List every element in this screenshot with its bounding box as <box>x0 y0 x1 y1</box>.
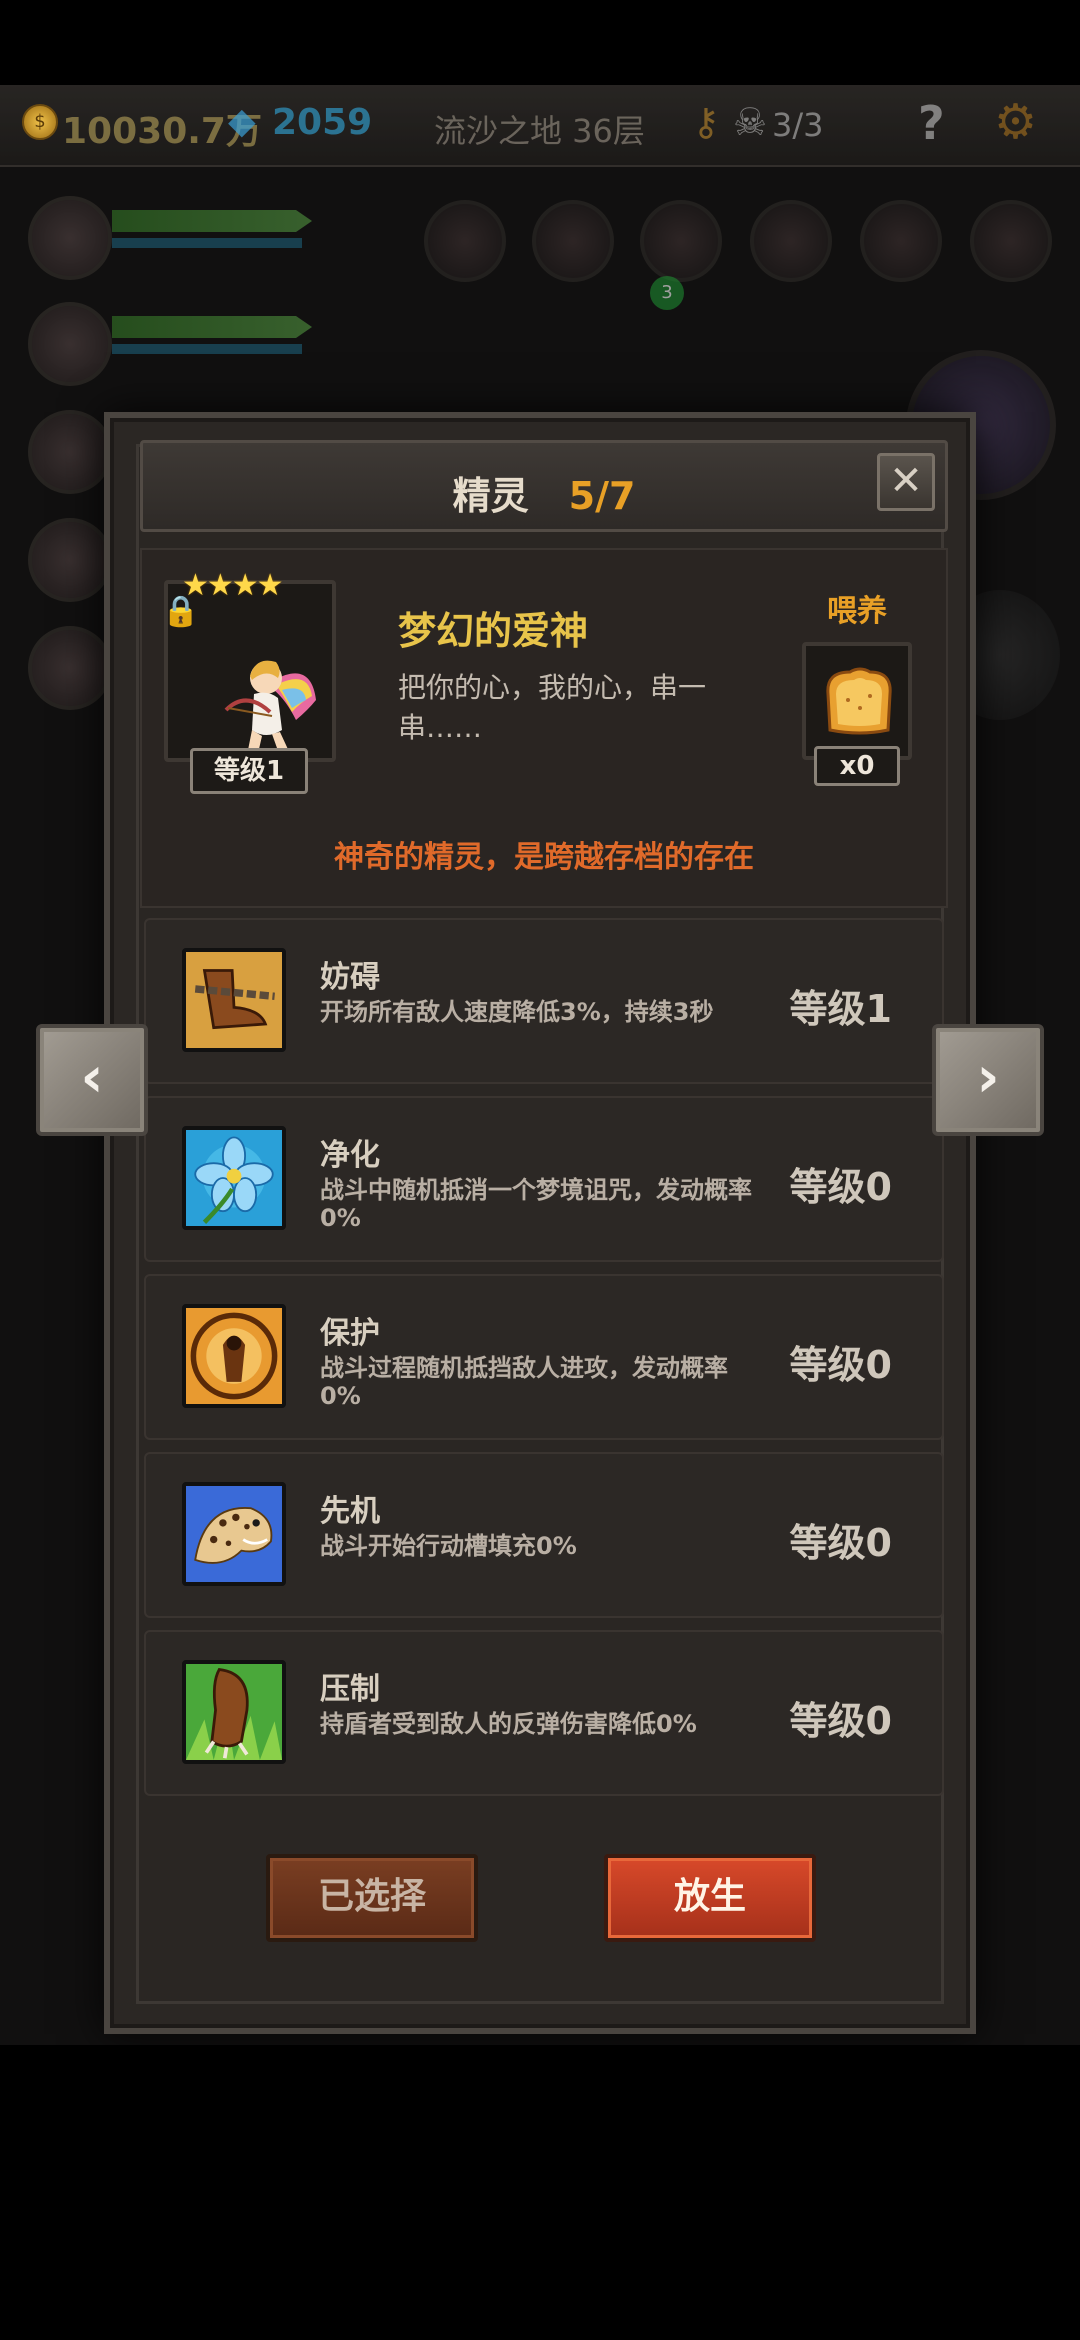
skill-name: 压制 <box>320 1672 380 1707</box>
skull-icon: ☠ <box>733 100 768 144</box>
hero-hp-bar <box>112 316 312 338</box>
skill-row[interactable]: 净化 战斗中随机抵消一个梦境诅咒，发动概率0% 等级0 <box>144 1096 944 1262</box>
skill-name: 净化 <box>320 1138 380 1173</box>
claw-icon <box>182 1660 286 1764</box>
hero-avatar[interactable] <box>28 410 112 494</box>
spirit-slot[interactable] <box>532 200 614 282</box>
dialog-title: 精灵 5/7 <box>143 465 945 520</box>
stage-label: 流沙之地 36层 <box>434 112 645 150</box>
skill-level: 等级1 <box>789 987 892 1031</box>
bread-icon <box>820 664 898 738</box>
key-icon: ⚷ <box>692 100 720 144</box>
skill-level: 等级0 <box>789 1165 892 1209</box>
selected-button[interactable]: 已选择 <box>266 1854 478 1942</box>
notification-badge: 3 <box>650 276 684 310</box>
skill-level: 等级0 <box>789 1521 892 1565</box>
hero-avatar[interactable] <box>28 626 112 710</box>
dialog-title-bar: 精灵 5/7 ✕ <box>140 440 948 532</box>
skill-name: 保护 <box>320 1316 380 1351</box>
spirit-dialog: 精灵 5/7 ✕ ★★★★ 🔒 等级1 梦幻的爱神 把你的心，我的心，串一串……… <box>104 412 976 2034</box>
lock-icon[interactable]: 🔒 <box>162 594 199 629</box>
spirit-count: 5/7 <box>568 474 636 518</box>
spirit-description: 把你的心，我的心，串一串…… <box>398 671 707 744</box>
skill-level: 等级0 <box>789 1343 892 1387</box>
gem-amount: 2059 <box>272 102 373 143</box>
skill-name: 先机 <box>320 1494 380 1529</box>
diamond-icon: ◆ <box>228 101 256 142</box>
next-spirit-button[interactable]: › <box>932 1024 1044 1136</box>
spirit-level-badge: 等级1 <box>190 748 308 794</box>
feed-label: 喂养 <box>827 594 887 629</box>
skill-row[interactable]: 先机 战斗开始行动槽填充0% 等级0 <box>144 1452 944 1618</box>
release-button[interactable]: 放生 <box>604 1854 816 1942</box>
title-label: 精灵 <box>452 474 529 518</box>
spirit-tagline: 神奇的精灵，是跨越存档的存在 <box>334 840 754 875</box>
spirit-slot[interactable] <box>750 200 832 282</box>
hero-avatar[interactable] <box>28 302 112 386</box>
skill-description: 战斗开始行动槽填充0% <box>320 1532 577 1560</box>
leopard-icon <box>182 1482 286 1586</box>
spirit-slot[interactable] <box>640 200 722 282</box>
gear-icon[interactable]: ⚙ <box>994 94 1037 150</box>
gold-coin-icon: $ <box>22 104 58 140</box>
help-icon[interactable]: ? <box>918 96 945 150</box>
fairy-shield-icon <box>182 1304 286 1408</box>
spirit-info-panel: ★★★★ 🔒 等级1 梦幻的爱神 把你的心，我的心，串一串…… 喂养 x0 神奇… <box>140 548 948 908</box>
prev-spirit-button[interactable]: ‹ <box>36 1024 148 1136</box>
skill-description: 战斗中随机抵消一个梦境诅咒，发动概率0% <box>320 1176 752 1232</box>
feed-count: x0 <box>814 746 900 786</box>
chained-boot-icon <box>182 948 286 1052</box>
spirit-slot[interactable] <box>970 200 1052 282</box>
skill-row[interactable]: 保护 战斗过程随机抵挡敌人进攻，发动概率0% 等级0 <box>144 1274 944 1440</box>
spirit-name-part2: 爱神 <box>512 609 589 653</box>
feed-button[interactable] <box>802 642 912 760</box>
skill-description: 开场所有敌人速度降低3%，持续3秒 <box>320 998 714 1026</box>
hero-mp-bar <box>112 238 302 248</box>
skull-counter: 3/3 <box>772 106 824 144</box>
hero-avatar[interactable] <box>28 196 112 280</box>
hero-mp-bar <box>112 344 302 354</box>
skill-level: 等级0 <box>789 1699 892 1743</box>
hero-avatar[interactable] <box>28 518 112 602</box>
blue-flower-icon <box>182 1126 286 1230</box>
spirit-name-part1: 梦幻的 <box>398 609 513 653</box>
spirit-slot[interactable] <box>424 200 506 282</box>
hero-hp-bar <box>112 210 312 232</box>
skill-row[interactable]: 妨碍 开场所有敌人速度降低3%，持续3秒 等级1 <box>144 918 944 1084</box>
skill-row[interactable]: 压制 持盾者受到敌人的反弹伤害降低0% 等级0 <box>144 1630 944 1796</box>
skill-description: 持盾者受到敌人的反弹伤害降低0% <box>320 1710 697 1738</box>
close-button[interactable]: ✕ <box>877 453 935 511</box>
skill-description: 战斗过程随机抵挡敌人进攻，发动概率0% <box>320 1354 728 1410</box>
spirit-slot[interactable] <box>860 200 942 282</box>
spirit-name: 梦幻的爱神 <box>398 600 588 655</box>
skill-name: 妨碍 <box>320 960 380 995</box>
